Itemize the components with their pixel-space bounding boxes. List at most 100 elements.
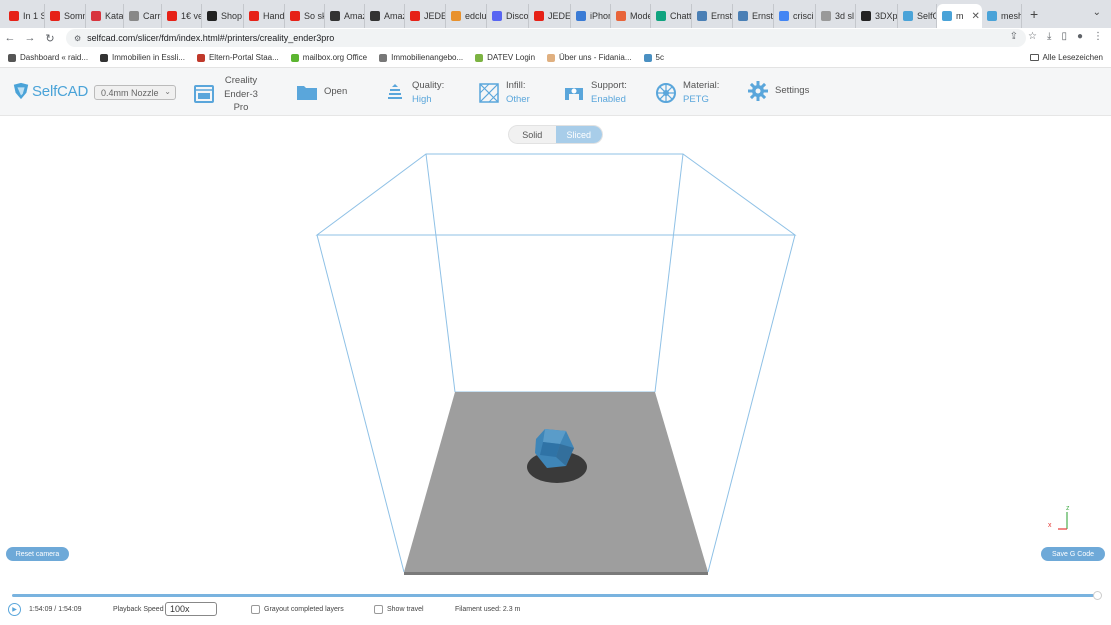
browser-tab[interactable]: Katal	[86, 4, 124, 28]
3d-viewport[interactable]: z x Solid Sliced Reset camera Save G Cod…	[0, 117, 1111, 587]
bookmark-item[interactable]: Eltern-Portal Staa...	[196, 53, 279, 62]
browser-tab[interactable]: In 1 S	[4, 4, 45, 28]
playback-speed-value: 100x	[170, 604, 190, 614]
bookmark-item[interactable]: mailbox.org Office	[290, 53, 367, 62]
browser-tab[interactable]: Ernst	[733, 4, 774, 28]
tab-favicon-icon	[987, 11, 997, 21]
browser-tab[interactable]: Mode	[611, 4, 651, 28]
selfcad-logo[interactable]: SelfCAD	[12, 82, 88, 100]
play-button[interactable]: ▶	[8, 603, 21, 616]
tab-title: iPhon	[590, 11, 611, 21]
sidepanel-icon[interactable]: ▯	[1061, 31, 1067, 42]
browser-tab[interactable]: Carre	[124, 4, 162, 28]
browser-tab[interactable]: m ✕	[937, 4, 982, 28]
browser-tab[interactable]: JEDE	[529, 4, 571, 28]
material-button[interactable]: Material: PETG	[655, 79, 719, 107]
support-label: Support:	[591, 80, 627, 91]
selfcad-logo-icon	[13, 82, 29, 100]
material-label: Material:	[683, 80, 720, 91]
playback-speed-label: Playback Speed	[113, 606, 164, 613]
infill-label: Infill:	[506, 80, 526, 91]
browser-tab[interactable]: SelfC	[898, 4, 937, 28]
grayout-label: Grayout completed layers	[264, 606, 344, 613]
back-icon[interactable]: ←	[0, 32, 20, 44]
reset-camera-button[interactable]: Reset camera	[6, 547, 69, 561]
printer-name-line: Creality	[224, 75, 258, 86]
browser-tab[interactable]: crisci	[774, 4, 816, 28]
scene-canvas[interactable]: z x	[0, 117, 1111, 587]
browser-tab[interactable]: edclu	[446, 4, 487, 28]
tab-title: crisci	[793, 11, 814, 21]
solid-mode-button[interactable]: Solid	[509, 126, 556, 143]
browser-tab[interactable]: Amaz	[325, 4, 365, 28]
browser-tab[interactable]: 1€ ve	[162, 4, 202, 28]
bookmark-star-icon[interactable]: ☆	[1028, 31, 1037, 42]
reload-icon[interactable]: ↻	[40, 32, 60, 45]
tab-favicon-icon	[821, 11, 831, 21]
browser-tab[interactable]: Shop	[202, 4, 244, 28]
tab-favicon-icon	[451, 11, 461, 21]
infill-value: Other	[506, 94, 530, 105]
playback-speed-input[interactable]: 100x	[165, 602, 217, 616]
browser-tab[interactable]: mesh	[982, 4, 1022, 28]
browser-tab[interactable]: 3DXp	[856, 4, 898, 28]
tab-search-icon[interactable]: ⌄	[1093, 7, 1101, 18]
profile-icon[interactable]: ●	[1077, 31, 1083, 42]
tab-title: Ernst	[711, 11, 733, 21]
grayout-checkbox[interactable]	[251, 605, 260, 614]
address-bar-row: ← → ↻ ⚙ selfcad.com/slicer/fdm/index.htm…	[0, 28, 1111, 48]
infill-button[interactable]: Infill: Other	[478, 79, 530, 107]
sliced-mode-button[interactable]: Sliced	[555, 126, 602, 143]
show-travel-checkbox[interactable]	[374, 605, 383, 614]
all-bookmarks-button[interactable]: Alle Lesezeichen	[1029, 53, 1103, 62]
browser-tab[interactable]: Ernst	[692, 4, 733, 28]
bookmark-item[interactable]: 5c	[643, 53, 664, 62]
tab-favicon-icon	[576, 11, 586, 21]
browser-tab[interactable]: JEDE	[405, 4, 446, 28]
tab-favicon-icon	[779, 11, 789, 21]
save-gcode-button[interactable]: Save G Code	[1041, 547, 1105, 561]
support-button[interactable]: Support: Enabled	[563, 79, 627, 107]
browser-tab[interactable]: Somm	[45, 4, 86, 28]
browser-tab[interactable]: Chatt	[651, 4, 692, 28]
folder-icon	[1029, 54, 1039, 61]
new-tab-button[interactable]: +	[1030, 6, 1038, 22]
url-field[interactable]: ⚙ selfcad.com/slicer/fdm/index.html#/pri…	[66, 29, 1026, 47]
bookmark-item[interactable]: Dashboard « raid...	[8, 53, 88, 62]
download-icon[interactable]: ⤓	[1047, 31, 1051, 42]
browser-tab[interactable]: Hand	[244, 4, 285, 28]
bookmark-item[interactable]: Immobilien in Essli...	[100, 53, 185, 62]
nozzle-select[interactable]: 0.4mm Nozzle ⌄	[94, 85, 176, 100]
quality-layers-icon	[388, 84, 402, 99]
browser-tab[interactable]: So sk	[285, 4, 325, 28]
browser-tab[interactable]: Amaz	[365, 4, 405, 28]
logo-text: SelfCAD	[32, 82, 89, 100]
axis-z-label: z	[1066, 505, 1070, 512]
browser-tab[interactable]: 3d sl	[816, 4, 856, 28]
settings-button[interactable]: Settings	[747, 80, 809, 102]
browser-tab[interactable]: Disco	[487, 4, 529, 28]
printer-selector[interactable]: Creality Ender-3 Pro	[193, 74, 261, 115]
tab-favicon-icon	[942, 11, 952, 21]
open-button[interactable]: Open	[296, 81, 347, 103]
tab-title: JEDE	[424, 11, 446, 21]
bookmark-item[interactable]: Immobilienangebo...	[379, 53, 463, 62]
bookmark-favicon-icon	[8, 53, 16, 62]
browser-tab-strip: In 1 S Somm Katal Carre 1€ ve Shop Hand So sk Am…	[0, 0, 1111, 28]
tab-title: Mode	[630, 11, 651, 21]
progress-slider-handle[interactable]	[1093, 591, 1102, 600]
browser-menu-icon[interactable]: ⋮	[1093, 31, 1103, 42]
tab-favicon-icon	[167, 11, 177, 21]
browser-tab[interactable]: iPhon	[571, 4, 611, 28]
forward-icon[interactable]: →	[20, 32, 40, 44]
close-tab-icon[interactable]: ✕	[972, 11, 980, 22]
share-icon[interactable]: ⇪	[1010, 31, 1018, 42]
tab-favicon-icon	[370, 11, 380, 21]
bookmark-item[interactable]: DATEV Login	[475, 53, 535, 62]
site-info-icon[interactable]: ⚙	[74, 34, 81, 43]
bookmark-item[interactable]: Über uns - Fidania...	[547, 53, 632, 62]
view-mode-toggle[interactable]: Solid Sliced	[509, 126, 602, 143]
layer-progress-bar[interactable]	[12, 594, 1094, 597]
tab-title: In 1 S	[23, 11, 45, 21]
quality-button[interactable]: Quality: High	[384, 79, 444, 107]
